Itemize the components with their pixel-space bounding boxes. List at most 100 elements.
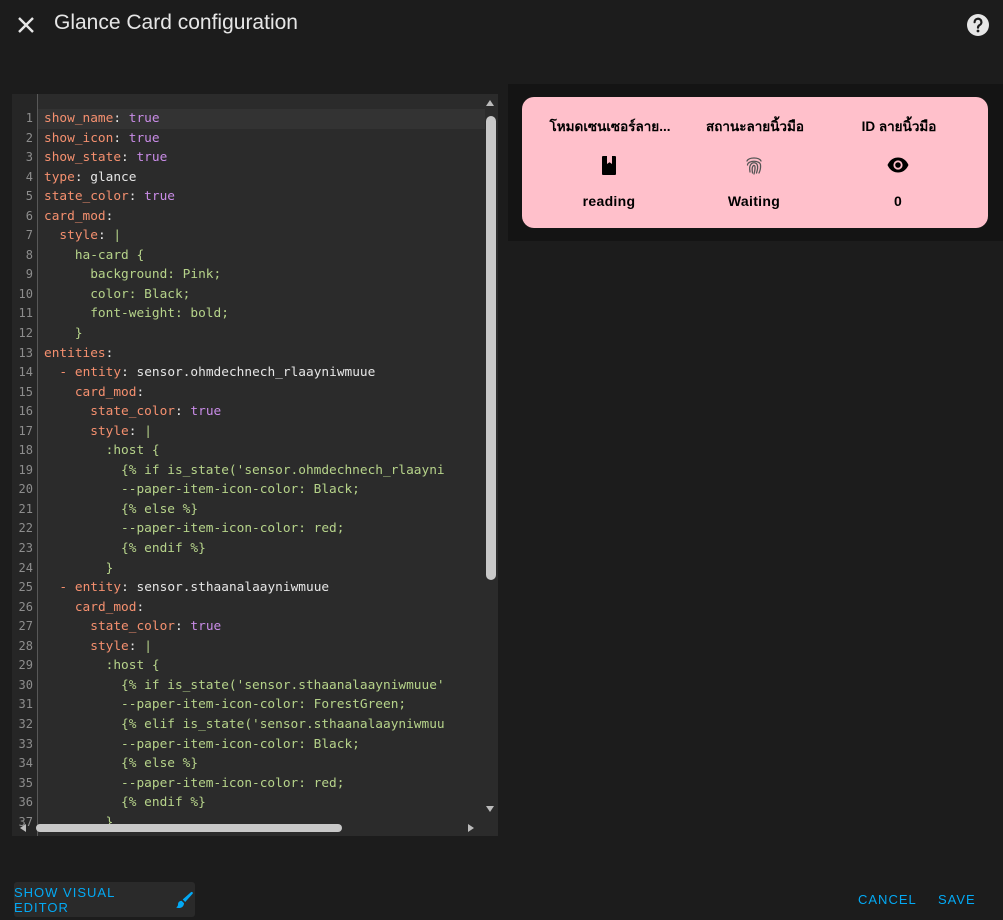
code-line[interactable]: 11 font-weight: bold;	[12, 304, 486, 324]
entity-state: Waiting	[727, 193, 781, 209]
line-number: 31	[18, 697, 33, 712]
code-line[interactable]: 8 ha-card {	[12, 246, 486, 266]
code-text: style: |	[90, 423, 152, 439]
entity-name: สถานะลายนิ้วมือ	[705, 119, 805, 134]
save-button[interactable]: SAVE	[938, 882, 976, 917]
code-line[interactable]: 21 {% else %}	[12, 500, 486, 520]
code-line[interactable]: 18 :host {	[12, 441, 486, 461]
entity-name: ID ลายนิ้วมือ	[861, 119, 937, 134]
code-line[interactable]: 2 show_icon: true	[12, 129, 486, 149]
code-line[interactable]: 29 :host {	[12, 656, 486, 676]
code-text: card_mod:	[74, 599, 145, 615]
code-line[interactable]: 4 type: glance	[12, 168, 486, 188]
fingerprint-icon	[746, 157, 762, 175]
code-text: color: Black;	[44, 286, 191, 302]
line-number: 5	[25, 189, 33, 204]
line-number: 27	[18, 619, 33, 634]
scroll-down-arrow-icon[interactable]	[486, 806, 494, 812]
code-line[interactable]: 16 state_color: true	[12, 402, 486, 422]
vertical-scrollbar-thumb[interactable]	[486, 116, 496, 580]
code-line[interactable]: 15 card_mod:	[12, 383, 486, 403]
code-text: --paper-item-icon-color: red;	[44, 521, 345, 537]
line-number: 21	[18, 501, 33, 516]
scroll-left-arrow-icon[interactable]	[20, 824, 26, 832]
code-line[interactable]: 12 }	[12, 324, 486, 344]
code-text: background: Pink;	[44, 267, 222, 283]
line-number: 28	[18, 638, 33, 653]
code-text: --paper-item-icon-color: Black;	[44, 736, 360, 752]
code-text: {% endif %}	[44, 541, 206, 557]
yaml-code-editor[interactable]: 1 show_name: true 2 show_icon: true 3 show_st…	[12, 94, 498, 836]
code-line[interactable]: 23 {% endif %}	[12, 539, 486, 559]
entity-name: โหมดเซนเซอร์ลาย...	[549, 119, 671, 134]
eye-icon	[887, 157, 909, 173]
code-text: - entity: sensor.sthaanalaayniwmuue	[59, 580, 330, 596]
line-number: 6	[25, 208, 33, 223]
code-line[interactable]: 32 {% elif is_state('sensor.sthaanalaayn…	[12, 715, 486, 735]
code-line[interactable]: 5 state_color: true	[12, 187, 486, 207]
code-line[interactable]: 7 style: |	[12, 226, 486, 246]
book-icon	[602, 156, 616, 175]
code-line[interactable]: 28 style: |	[12, 637, 486, 657]
help-circle-icon	[967, 14, 989, 36]
scroll-right-arrow-icon[interactable]	[468, 824, 474, 832]
code-line[interactable]: 13 entities:	[12, 344, 486, 364]
line-number: 12	[18, 326, 33, 341]
code-line[interactable]: 19 {% if is_state('sensor.ohmdechnech_rl…	[12, 461, 486, 481]
code-text: }	[44, 560, 114, 576]
code-line[interactable]: 20 --paper-item-icon-color: Black;	[12, 480, 486, 500]
horizontal-scrollbar-thumb[interactable]	[36, 824, 342, 832]
line-number: 36	[18, 795, 33, 810]
line-number: 4	[25, 169, 33, 184]
line-number: 1	[25, 111, 33, 125]
code-line[interactable]: 10 color: Black;	[12, 285, 486, 305]
code-text: --paper-item-icon-color: red;	[44, 775, 345, 791]
code-line[interactable]: 35 --paper-item-icon-color: red;	[12, 774, 486, 794]
code-text: {% endif %}	[44, 795, 206, 811]
line-number: 18	[18, 443, 33, 458]
line-number: 22	[18, 521, 33, 536]
code-line[interactable]: 6 card_mod:	[12, 207, 486, 227]
code-line[interactable]: 3 show_state: true	[12, 148, 486, 168]
show-visual-editor-button[interactable]: SHOW VISUAL EDITOR	[14, 882, 195, 917]
help-button[interactable]	[966, 13, 990, 37]
code-line[interactable]: 9 background: Pink;	[12, 265, 486, 285]
line-number: 20	[18, 482, 33, 497]
code-line[interactable]: 22 --paper-item-icon-color: red;	[12, 519, 486, 539]
code-text: --paper-item-icon-color: ForestGreen;	[44, 697, 407, 713]
code-lines[interactable]: 1 show_name: true 2 show_icon: true 3 show_st…	[12, 109, 486, 832]
code-line[interactable]: 26 card_mod:	[12, 598, 486, 618]
cancel-button[interactable]: CANCEL	[858, 882, 917, 917]
code-text: show_name: true	[44, 111, 160, 126]
code-text: --paper-item-icon-color: Black;	[44, 482, 360, 498]
code-text: style: |	[59, 228, 122, 244]
code-line[interactable]: 17 style: |	[12, 422, 486, 442]
card-preview-panel: โหมดเซนเซอร์ลาย... reading สถานะลายนิ้วม…	[508, 84, 1003, 241]
code-text: entities:	[44, 345, 114, 361]
close-button[interactable]	[12, 11, 40, 39]
code-text: - entity: sensor.ohmdechnech_rlaayniwmuu…	[59, 365, 376, 381]
code-line[interactable]: 1 show_name: true	[12, 109, 486, 129]
code-line[interactable]: 31 --paper-item-icon-color: ForestGreen;	[12, 695, 486, 715]
code-line[interactable]: 24 }	[12, 559, 486, 579]
line-number: 26	[18, 599, 33, 614]
code-line[interactable]: 36 {% endif %}	[12, 793, 486, 813]
entity-state: reading	[582, 193, 636, 209]
code-line[interactable]: 30 {% if is_state('sensor.sthaanalaayniw…	[12, 676, 486, 696]
code-text: :host {	[44, 443, 160, 459]
line-number: 19	[18, 462, 33, 477]
code-line[interactable]: 33 --paper-item-icon-color: Black;	[12, 735, 486, 755]
code-line[interactable]: 27 state_color: true	[12, 617, 486, 637]
scroll-up-arrow-icon[interactable]	[486, 100, 494, 106]
line-number: 24	[18, 560, 33, 575]
code-line[interactable]: 25 - entity: sensor.sthaanalaayniwmuue	[12, 578, 486, 598]
code-text: state_color: true	[90, 404, 222, 420]
code-text: {% else %}	[44, 756, 199, 772]
line-number: 2	[25, 130, 33, 145]
code-line[interactable]: 34 {% else %}	[12, 754, 486, 774]
line-number: 17	[18, 423, 33, 438]
code-line[interactable]: 14 - entity: sensor.ohmdechnech_rlaayniw…	[12, 363, 486, 383]
glance-card: โหมดเซนเซอร์ลาย... reading สถานะลายนิ้วม…	[522, 97, 988, 228]
brush-icon	[175, 891, 193, 908]
line-number: 11	[18, 306, 33, 321]
